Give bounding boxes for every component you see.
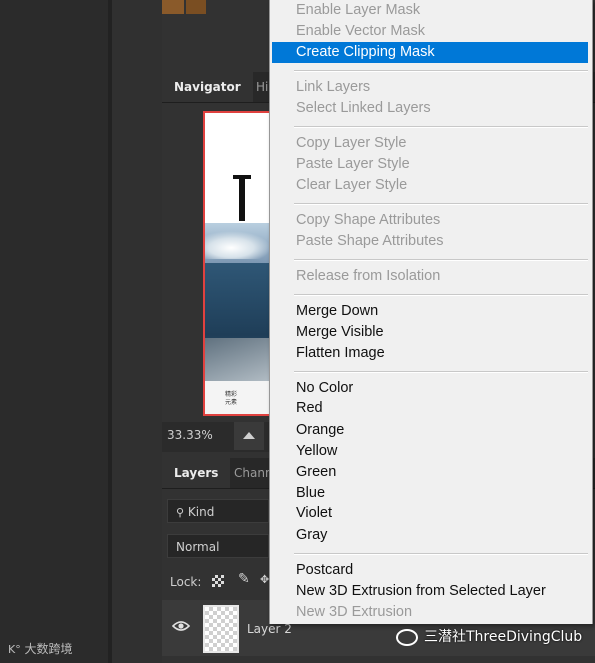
tab-navigator[interactable]: Navigator [162,72,253,102]
menu-item-paste-layer-style[interactable]: Paste Layer Style [272,154,588,175]
menu-item-new-3d-extrusion-selected[interactable]: New 3D Extrusion from Selected Layer [272,581,588,602]
preview-caption: 元素 [225,399,238,406]
menu-item-copy-shape-attributes[interactable]: Copy Shape Attributes [272,210,588,231]
menu-item-enable-vector-mask[interactable]: Enable Vector Mask [272,21,588,42]
menu-item-paste-shape-attributes[interactable]: Paste Shape Attributes [272,231,588,252]
menu-item-new-3d-extrusion[interactable]: New 3D Extrusion [272,602,588,623]
mountain-small-icon [243,432,255,439]
menu-separator [294,294,588,296]
lock-label: Lock: [170,575,202,589]
blend-mode-select[interactable]: Normal [167,534,269,558]
menu-item-select-linked-layers[interactable]: Select Linked Layers [272,98,588,119]
menu-item-color-green[interactable]: Green [272,462,588,483]
watermark-left-text: 大数跨境 [24,642,73,656]
menu-item-copy-layer-style[interactable]: Copy Layer Style [272,133,588,154]
menu-item-postcard[interactable]: Postcard [272,560,588,581]
lock-row: Lock: ✎ ✥ [162,568,269,596]
menu-separator [294,203,588,205]
zoom-level[interactable]: 33.33% [167,428,213,442]
watermark-right-text: 三潜社ThreeDivingClub [424,629,583,645]
layer-name[interactable]: Layer 2 [247,622,292,636]
lock-image-pixels-icon[interactable]: ✎ [238,571,250,587]
eye-icon[interactable] [172,620,190,632]
zoom-out-button[interactable] [234,422,264,450]
layer-thumbnail[interactable] [203,605,239,653]
lock-position-icon[interactable]: ✥ [260,573,269,586]
preview-deck [205,338,271,383]
menu-item-color-blue[interactable]: Blue [272,483,588,504]
filter-kind-label: Kind [187,505,215,519]
menu-separator [294,553,588,555]
menu-item-flatten-image[interactable]: Flatten Image [272,343,588,364]
watermark-right: 三潜社ThreeDivingClub [396,626,582,646]
context-menu: Enable Layer Mask Enable Vector Mask Cre… [269,0,593,624]
color-swatch[interactable] [186,0,206,14]
filter-kind-select[interactable]: ⚲ Kind [167,499,269,523]
preview-cloud [205,231,271,259]
logo-icon: K° [8,643,21,656]
tab-layers[interactable]: Layers [162,458,231,488]
wechat-icon [396,628,418,646]
menu-item-merge-visible[interactable]: Merge Visible [272,322,588,343]
navigator-preview[interactable]: 精彩 元素 [203,111,273,416]
blend-mode-label: Normal [176,540,220,554]
preview-title-glyph [239,175,245,221]
menu-item-create-clipping-mask[interactable]: Create Clipping Mask [272,42,588,63]
menu-item-color-yellow[interactable]: Yellow [272,441,588,462]
menu-item-color-orange[interactable]: Orange [272,420,588,441]
lock-transparent-pixels-icon[interactable] [212,575,224,587]
menu-item-clear-layer-style[interactable]: Clear Layer Style [272,175,588,196]
menu-separator [294,259,588,261]
menu-item-color-none[interactable]: No Color [272,378,588,399]
menu-item-link-layers[interactable]: Link Layers [272,77,588,98]
menu-item-color-red[interactable]: Red [272,398,588,419]
menu-separator [294,126,588,128]
preview-caption: 精彩 [225,391,238,398]
preview-footer: 精彩 元素 [205,381,271,414]
menu-separator [294,70,588,72]
tool-panel-column [112,0,162,663]
menu-item-merge-down[interactable]: Merge Down [272,301,588,322]
watermark-left: K° 大数跨境 [8,640,73,657]
color-swatch[interactable] [162,0,184,14]
menu-item-enable-layer-mask[interactable]: Enable Layer Mask [272,0,588,21]
menu-item-color-violet[interactable]: Violet [272,503,588,524]
menu-item-release-from-isolation[interactable]: Release from Isolation [272,266,588,287]
search-icon: ⚲ [176,506,185,519]
menu-item-color-gray[interactable]: Gray [272,525,588,546]
app-background-left [0,0,108,663]
menu-separator [294,371,588,373]
